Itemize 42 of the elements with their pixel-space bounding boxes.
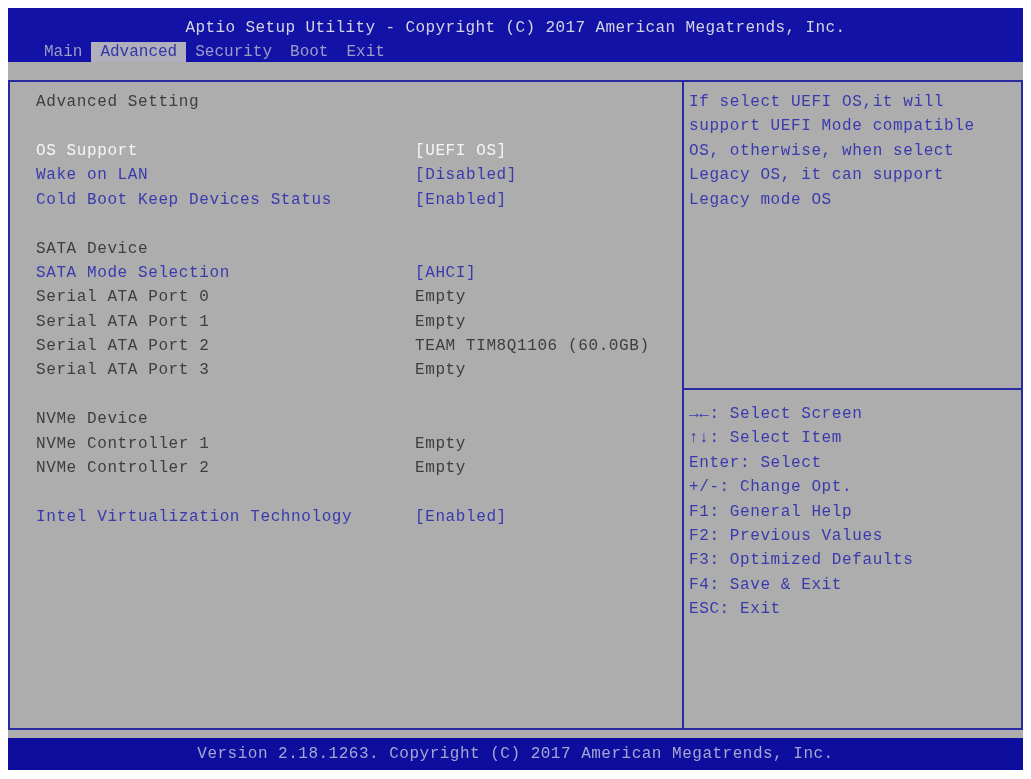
key-hint: ESC: Exit (689, 599, 781, 621)
section-heading: NVMe Device (36, 410, 149, 429)
menu-tab[interactable]: Exit (337, 42, 394, 62)
key-hint: F3: Optimized Defaults (689, 550, 914, 572)
setting-value: TEAM TIM8Q1106 (60.0GB) (415, 336, 650, 358)
version-text: Version 2.18.1263. Copyright (C) 2017 American Megatrends, Inc. (197, 744, 834, 764)
window-title: Aptio Setup Utility - Copyright (C) 2017 American Megatrends, Inc. (185, 18, 846, 39)
setting-value: Empty (415, 311, 466, 333)
setting-label[interactable]: Wake on LAN (36, 166, 149, 185)
setting-value: Empty (415, 287, 466, 309)
info-label: NVMe Controller 2 (36, 459, 210, 478)
setting-label[interactable]: Cold Boot Keep Devices Status (36, 190, 332, 209)
help-text: If select UEFI OS,it will support UEFI Mode compatible OS, otherwise, when select Legacy OS, it can support Legacy mode OS (689, 92, 976, 211)
key-hint: +/-: Change Opt. (689, 477, 853, 499)
info-label: NVMe Controller 1 (36, 434, 210, 453)
menu-tab[interactable]: Boot (281, 42, 338, 62)
key-hint: F4: Save & Exit (689, 574, 843, 596)
key-hint: →←: Select Screen (689, 404, 863, 425)
info-label: Serial ATA Port 1 (36, 312, 210, 331)
key-hint: F2: Previous Values (689, 526, 883, 548)
setting-value: Empty (415, 433, 466, 455)
setting-label[interactable]: Intel Virtualization Technology (36, 507, 353, 526)
setting-value: Empty (415, 360, 466, 382)
setting-value[interactable]: [Disabled] (415, 164, 517, 187)
key-hint: F1: General Help (689, 501, 853, 523)
setting-value[interactable]: [Enabled] (415, 188, 507, 211)
setting-value: Empty (415, 458, 466, 480)
menu-tab[interactable]: Advanced (91, 42, 187, 62)
setting-value[interactable]: [AHCI] (415, 261, 477, 284)
setting-label[interactable]: SATA Mode Selection (36, 263, 230, 282)
info-label: Serial ATA Port 2 (36, 337, 210, 356)
info-label: Serial ATA Port 0 (36, 288, 210, 307)
menu-tab[interactable]: Security (186, 42, 282, 62)
section-heading: Advanced Setting (36, 93, 200, 112)
section-heading: SATA Device (36, 239, 149, 258)
info-label: Serial ATA Port 3 (36, 361, 210, 380)
setting-value[interactable]: [UEFI OS] (415, 139, 507, 162)
setting-value[interactable]: [Enabled] (415, 505, 507, 528)
setting-label[interactable]: OS Support (36, 141, 138, 160)
key-hint: Enter: Select (689, 452, 822, 474)
key-hint: ↑↓: Select Item (689, 428, 843, 450)
menu-tab[interactable]: Main (35, 42, 92, 62)
